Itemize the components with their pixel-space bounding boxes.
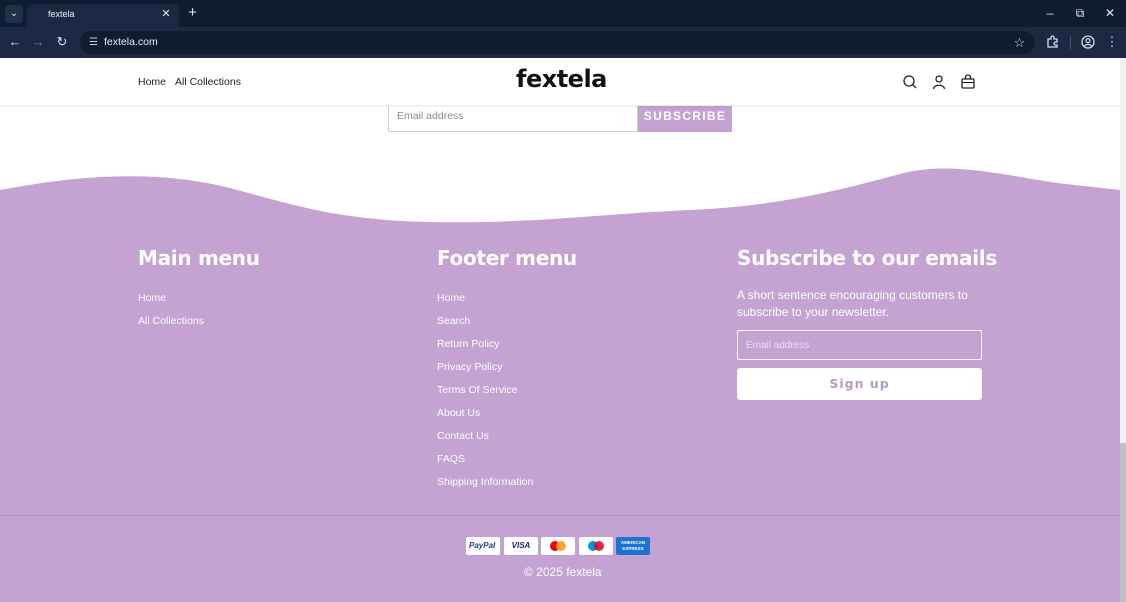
footer-menu-link-search[interactable]: Search [437, 315, 470, 327]
forward-button[interactable]: → [29, 33, 47, 51]
site-header: Home All Collections fextela [0, 58, 1120, 106]
main-menu-link-home[interactable]: Home [138, 292, 166, 304]
browser-tab-strip: ⌄ fextela ✕ + – ⧉ ✕ [0, 0, 1126, 27]
search-icon[interactable] [902, 74, 918, 90]
new-tab-button[interactable]: + [184, 5, 201, 22]
main-menu-heading: Main menu [138, 246, 260, 270]
cart-icon[interactable] [960, 74, 976, 90]
extensions-icon[interactable] [1044, 33, 1062, 51]
visa-label: VISA [511, 541, 531, 550]
copyright-text: © 2025 fextela [524, 565, 602, 579]
page-scrollbar-thumb[interactable] [1120, 443, 1126, 602]
profile-icon[interactable] [1079, 33, 1097, 51]
footer-menu-link-return-policy[interactable]: Return Policy [437, 338, 499, 350]
address-bar[interactable]: ☰ fextela.com ☆ [80, 31, 1035, 54]
footer-menu-link-shipping-information[interactable]: Shipping Information [437, 476, 533, 488]
mastercard-icon [541, 537, 575, 555]
tab-close-icon[interactable]: ✕ [159, 7, 173, 21]
footer-divider [0, 515, 1120, 516]
footer-menu-link-faqs[interactable]: FAQS [437, 453, 465, 465]
footer-menu-heading: Footer menu [437, 246, 577, 270]
amex-label: AMERICAN EXPRESS [620, 540, 646, 551]
account-icon[interactable] [931, 74, 947, 90]
subscribe-description: A short sentence encouraging customers t… [737, 288, 968, 319]
footer-menu-link-contact-us[interactable]: Contact Us [437, 430, 489, 442]
minimize-button[interactable]: – [1039, 4, 1061, 22]
footer-email-input[interactable]: Email address [737, 330, 982, 360]
newsletter-email-placeholder: Email address [397, 110, 464, 122]
nav-link-home[interactable]: Home [138, 76, 166, 88]
main-menu-link-all-collections[interactable]: All Collections [138, 315, 204, 327]
tab-title: fextela [48, 9, 75, 19]
bookmark-star-icon[interactable]: ☆ [1011, 34, 1028, 51]
footer-email-placeholder: Email address [746, 340, 810, 351]
reload-button[interactable]: ↻ [53, 33, 71, 51]
close-window-button[interactable]: ✕ [1099, 4, 1121, 22]
restore-button[interactable]: ⧉ [1069, 4, 1091, 22]
url-text: fextela.com [104, 36, 158, 48]
american-express-icon: AMERICAN EXPRESS [616, 537, 650, 555]
browser-tab[interactable]: fextela ✕ [27, 4, 179, 27]
maestro-icon [579, 537, 613, 555]
footer-menu-link-terms-of-service[interactable]: Terms Of Service [437, 384, 518, 396]
browser-toolbar: ← → ↻ ☰ fextela.com ☆ ⋮ [0, 27, 1126, 58]
back-button[interactable]: ← [6, 33, 24, 51]
footer-menu-link-privacy-policy[interactable]: Privacy Policy [437, 361, 502, 373]
subscribe-heading: Subscribe to our emails [737, 246, 997, 270]
site-footer: Main menu Home All Collections Footer me… [0, 162, 1120, 602]
toolbar-divider [1070, 36, 1071, 49]
nav-link-all-collections[interactable]: All Collections [175, 76, 241, 88]
visa-icon: VISA [504, 537, 538, 555]
web-page: Main menu Home All Collections Footer me… [0, 58, 1120, 602]
site-logo[interactable]: fextela [516, 65, 607, 93]
footer-menu-link-home[interactable]: Home [437, 292, 465, 304]
paypal-label: PayPal [469, 541, 496, 550]
tab-search-button[interactable]: ⌄ [5, 5, 23, 23]
footer-menu-link-about-us[interactable]: About Us [437, 407, 480, 419]
sign-up-button[interactable]: Sign up [737, 368, 982, 400]
paypal-icon: PayPal [466, 537, 500, 555]
site-info-icon[interactable]: ☰ [85, 34, 102, 51]
browser-menu-icon[interactable]: ⋮ [1103, 33, 1121, 51]
